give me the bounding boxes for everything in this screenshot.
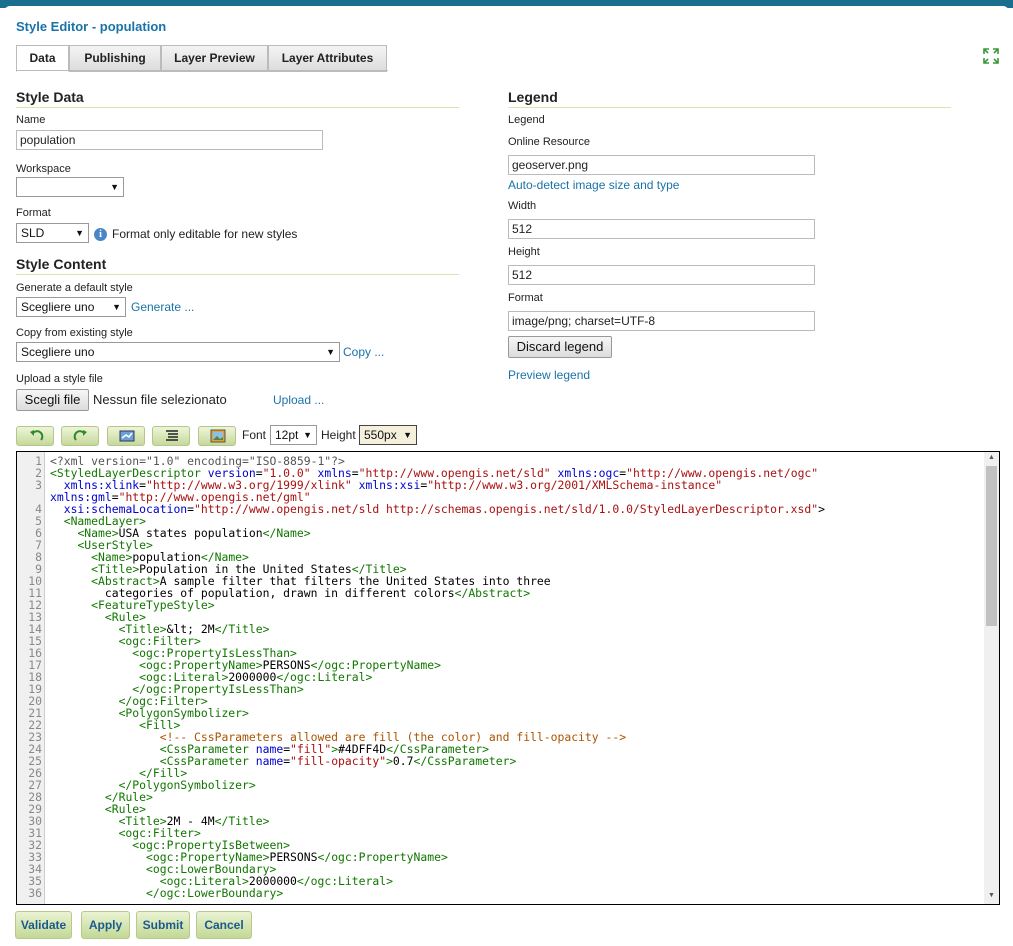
upload-label: Upload a style file [16,373,103,385]
tab-data[interactable]: Data [16,45,69,72]
workspace-select[interactable]: ▼ [16,177,124,197]
width-label: Width [508,200,537,212]
apply-button[interactable]: Apply [81,911,130,939]
chevron-down-icon: ▼ [403,430,412,440]
name-label: Name [16,114,46,126]
line-number: 3 [35,478,42,492]
chevron-down-icon: ▼ [110,182,119,192]
discard-legend-button[interactable]: Discard legend [508,336,612,358]
validate-button[interactable]: Validate [15,911,72,939]
copy-label: Copy from existing style [16,327,133,339]
height-input[interactable]: 512 [508,265,815,285]
chevron-down-icon: ▼ [112,302,121,312]
generate-label: Generate a default style [16,282,133,294]
style-content-rule [16,274,459,275]
redo-icon [73,430,87,441]
format-note: Format only editable for new styles [112,227,298,241]
page-title: Style Editor - population [16,19,167,34]
upload-link[interactable]: Upload ... [273,393,324,407]
font-size-select-value: 12pt [275,428,299,442]
editor-scrollbar[interactable]: ▲ ▼ [984,452,999,904]
tab-publishing[interactable]: Publishing [69,45,161,72]
choose-file-button[interactable]: Scegli file [16,389,89,411]
line-number: 36 [28,886,42,900]
editor-height-label: Height [321,428,356,442]
reformat-icon [166,430,178,441]
workspace-label: Workspace [16,163,71,175]
format-select[interactable]: SLD ▼ [16,223,89,243]
style-data-rule [16,107,459,108]
redo-button[interactable] [61,426,99,446]
tab-divider [16,70,388,71]
go-to-line-button[interactable] [107,426,145,446]
reformat-button[interactable] [152,426,190,446]
generate-style-select-value: Scegliere uno [21,300,95,314]
legend-label: Legend [508,114,545,126]
code-line[interactable]: xsi:schemaLocation="http://www.opengis.n… [50,503,825,515]
scroll-up-icon[interactable]: ▲ [988,454,995,461]
chevron-down-icon: ▼ [326,347,335,357]
editor-height-select-value: 550px [364,428,397,442]
fullscreen-icon[interactable] [982,47,1000,65]
tab-layer-attributes[interactable]: Layer Attributes [268,45,387,72]
scroll-down-icon[interactable]: ▼ [988,892,995,899]
font-size-select[interactable]: 12pt ▼ [270,425,317,445]
undo-icon [30,430,44,441]
legend-heading: Legend [508,89,558,105]
generate-style-select[interactable]: Scegliere uno ▼ [16,297,126,317]
editor-height-select[interactable]: 550px ▼ [359,425,417,445]
submit-button[interactable]: Submit [136,911,190,939]
scrollbar-thumb[interactable] [986,466,997,626]
go-to-line-icon [119,430,135,442]
tab-layer-preview[interactable]: Layer Preview [161,45,268,72]
font-label: Font [242,428,267,442]
format-select-value: SLD [21,226,45,240]
online-resource-input[interactable]: geoserver.png [508,155,815,175]
style-content-heading: Style Content [16,256,107,272]
online-resource-label: Online Resource [508,136,590,148]
width-input[interactable]: 512 [508,219,815,239]
code-editor[interactable]: 1 <?xml version="1.0" encoding="ISO-8859-… [16,451,1000,905]
legend-format-input[interactable]: image/png; charset=UTF-8 [508,311,815,331]
format-label: Format [16,207,51,219]
image-icon [210,429,226,443]
code-line[interactable]: </ogc:LowerBoundary> [50,887,283,899]
auto-detect-link[interactable]: Auto-detect image size and type [508,178,679,192]
generate-link[interactable]: Generate ... [131,300,194,314]
no-file-text: Nessun file selezionato [93,392,227,407]
copy-link[interactable]: Copy ... [343,345,384,359]
cancel-button[interactable]: Cancel [196,911,252,939]
copy-style-select-value: Scegliere uno [21,345,95,359]
undo-button[interactable] [16,426,54,446]
preview-legend-link[interactable]: Preview legend [508,368,590,382]
name-input[interactable]: population [16,130,323,150]
chevron-down-icon: ▼ [75,228,84,238]
legend-rule [508,107,951,108]
style-data-heading: Style Data [16,89,84,105]
height-label: Height [508,246,540,258]
copy-style-select[interactable]: Scegliere uno ▼ [16,342,340,362]
image-button[interactable] [198,426,236,446]
info-icon: i [94,228,107,241]
chevron-down-icon: ▼ [303,430,312,440]
legend-format-label: Format [508,292,543,304]
